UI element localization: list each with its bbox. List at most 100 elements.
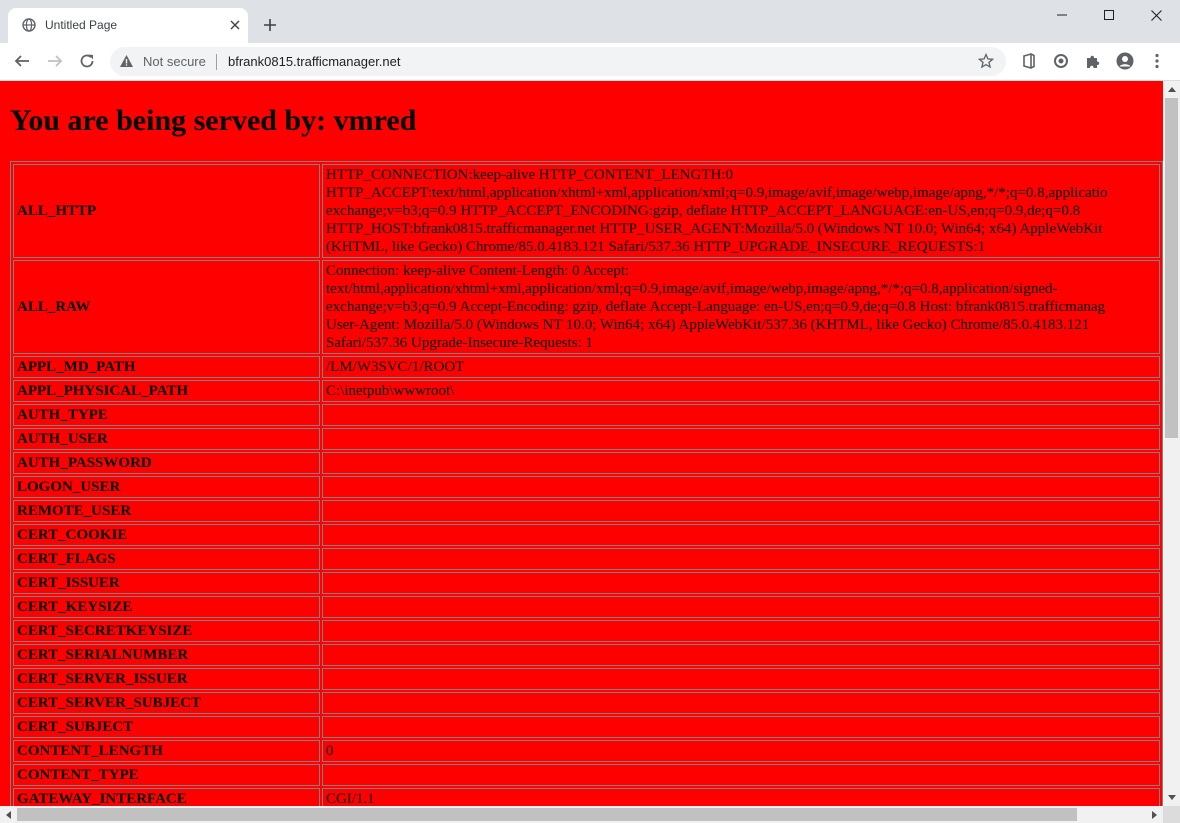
vertical-scroll-thumb[interactable] (1165, 98, 1178, 438)
scroll-down-arrow-icon[interactable] (1163, 789, 1180, 806)
tab-title: Untitled Page (45, 18, 118, 32)
variable-value (326, 454, 1156, 472)
warning-icon[interactable] (119, 54, 134, 73)
variable-name-cell: ALL_RAW (13, 260, 320, 354)
table-row: CERT_ISSUER (13, 572, 1160, 594)
bookmark-star-icon[interactable] (977, 52, 995, 74)
variable-value-cell (322, 548, 1160, 570)
table-row: CERT_SERIALNUMBER (13, 644, 1160, 666)
variable-value-cell: CGI/1.1 (322, 788, 1160, 806)
url-text[interactable]: bfrank0815.trafficmanager.net (228, 54, 401, 69)
scroll-left-arrow-icon[interactable] (0, 806, 17, 823)
table-row: CERT_SERVER_SUBJECT (13, 692, 1160, 714)
variable-value-line: text/html,application/xhtml+xml,applicat… (326, 281, 1058, 297)
variable-value-line: exchange;v=b3;q=0.9 HTTP_ACCEPT_ENCODING… (326, 203, 1081, 219)
table-row: REMOTE_USER (13, 500, 1160, 522)
variable-value-cell (322, 476, 1160, 498)
table-row: LOGON_USER (13, 476, 1160, 498)
variable-value (326, 670, 1156, 688)
table-row: AUTH_PASSWORD (13, 452, 1160, 474)
variable-value: Connection: keep-alive Content-Length: 0… (326, 262, 1156, 352)
table-row: CERT_COOKIE (13, 524, 1160, 546)
back-button[interactable] (9, 48, 35, 74)
variable-value (326, 526, 1156, 544)
variable-value-line (326, 670, 1156, 688)
reload-button[interactable] (74, 48, 100, 74)
variable-name-cell: CERT_ISSUER (13, 572, 320, 594)
variable-value-line (326, 502, 1156, 520)
table-row: ALL_HTTP HTTP_CONNECTION:keep-alive HTTP_… (13, 164, 1160, 258)
table-row: CERT_KEYSIZE (13, 596, 1160, 618)
variable-value-line (326, 574, 1156, 592)
browser-toolbar: Not secure bfrank0815.trafficmanager.net (0, 43, 1180, 81)
variable-value-line (326, 406, 1156, 424)
office-extension-icon[interactable] (1019, 51, 1039, 71)
variable-value-cell: Connection: keep-alive Content-Length: 0… (322, 260, 1160, 354)
variable-value-cell (322, 692, 1160, 714)
variable-value-cell: 0 (322, 740, 1160, 762)
variable-value-cell (322, 764, 1160, 786)
variable-value (326, 622, 1156, 640)
variable-value-line: /LM/W3SVC/1/ROOT (326, 359, 465, 375)
variable-name-cell: ALL_HTTP (13, 164, 320, 258)
maximize-button[interactable] (1086, 0, 1132, 30)
variable-value-cell: /LM/W3SVC/1/ROOT (322, 356, 1160, 378)
variable-value-line (326, 526, 1156, 544)
tab-close-icon[interactable] (227, 17, 243, 33)
variable-value-line: HTTP_HOST:bfrank0815.trafficmanager.net … (326, 221, 1103, 237)
variable-value: /LM/W3SVC/1/ROOT (326, 358, 1156, 376)
page-viewport[interactable]: You are being served by: vmred ALL_HTTP H… (0, 81, 1163, 806)
profile-avatar-icon[interactable] (1115, 51, 1135, 71)
variable-value-cell: C:\inetpub\wwwroot\ (322, 380, 1160, 402)
variable-value-line: Connection: keep-alive Content-Length: 0… (326, 263, 630, 279)
horizontal-scroll-thumb[interactable] (17, 808, 1077, 821)
table-row: CERT_FLAGS (13, 548, 1160, 570)
variable-name-cell: CERT_COOKIE (13, 524, 320, 546)
table-row: ALL_RAW Connection: keep-alive Content-Le… (13, 260, 1160, 354)
variable-value-cell (322, 668, 1160, 690)
variable-value (326, 574, 1156, 592)
variable-value-line (326, 454, 1156, 472)
extensions-puzzle-icon[interactable] (1083, 51, 1103, 71)
address-bar[interactable]: Not secure bfrank0815.trafficmanager.net (110, 47, 1006, 76)
variable-value-line: (KHTML, like Gecko) Chrome/85.0.4183.121… (326, 239, 986, 255)
close-window-button[interactable] (1133, 0, 1179, 30)
variable-name-cell: CERT_SUBJECT (13, 716, 320, 738)
variable-value-line: C:\inetpub\wwwroot\ (326, 383, 455, 399)
minimize-button[interactable] (1039, 0, 1085, 30)
variable-value-cell (322, 404, 1160, 426)
globe-icon (22, 18, 36, 32)
forward-button[interactable] (42, 48, 68, 74)
table-row: AUTH_TYPE (13, 404, 1160, 426)
circle-extension-icon[interactable] (1051, 51, 1071, 71)
more-menu-icon[interactable] (1147, 51, 1167, 71)
variable-value-line (326, 694, 1156, 712)
tab-untitled-page[interactable]: Untitled Page (8, 8, 248, 43)
variable-name-cell: APPL_MD_PATH (13, 356, 320, 378)
variable-name-cell: REMOTE_USER (13, 500, 320, 522)
scroll-up-arrow-icon[interactable] (1163, 81, 1180, 98)
variable-value-cell (322, 500, 1160, 522)
variable-name-cell: CERT_SERVER_ISSUER (13, 668, 320, 690)
variable-value-line (326, 622, 1156, 640)
variable-name-cell: CERT_SERVER_SUBJECT (13, 692, 320, 714)
variable-name-cell: AUTH_TYPE (13, 404, 320, 426)
variable-value-cell (322, 716, 1160, 738)
table-row: CERT_SECRETKEYSIZE (13, 620, 1160, 642)
variable-name-cell: CERT_SERIALNUMBER (13, 644, 320, 666)
variable-value (326, 598, 1156, 616)
variable-value (326, 430, 1156, 448)
variable-value: 0 (326, 742, 1156, 760)
variable-value (326, 718, 1156, 736)
horizontal-scrollbar[interactable] (0, 806, 1163, 823)
variable-value: C:\inetpub\wwwroot\ (326, 382, 1156, 400)
not-secure-label[interactable]: Not secure (143, 54, 206, 69)
tab-strip: Untitled Page (0, 0, 1180, 43)
table-row: AUTH_USER (13, 428, 1160, 450)
scroll-right-arrow-icon[interactable] (1146, 806, 1163, 823)
table-row: GATEWAY_INTERFACE CGI/1.1 (13, 788, 1160, 806)
new-tab-button[interactable] (259, 14, 281, 36)
vertical-scrollbar[interactable] (1163, 81, 1180, 806)
variable-name-cell: AUTH_PASSWORD (13, 452, 320, 474)
variable-value-line (326, 478, 1156, 496)
